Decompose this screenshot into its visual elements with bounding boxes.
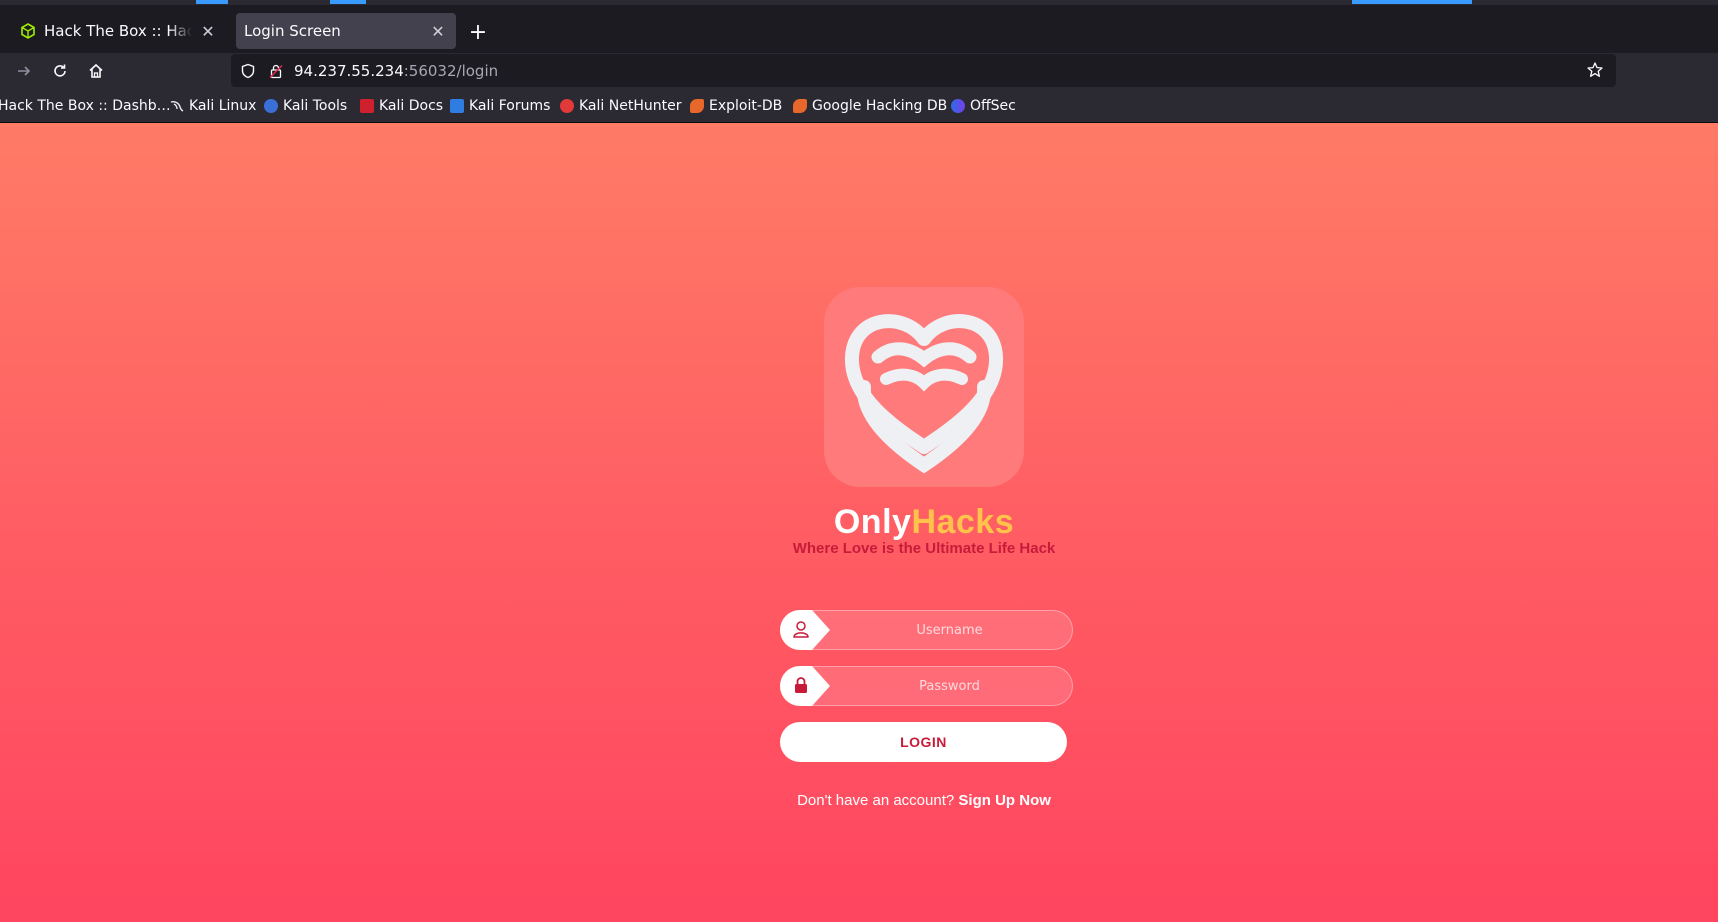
shield-icon[interactable] (240, 63, 256, 79)
bookmark-kali-forums[interactable]: Kali Forums (450, 96, 550, 116)
bookmark-label: Hack The Box :: Dashb… (0, 98, 171, 114)
sign-up-link[interactable]: Sign Up Now (958, 792, 1051, 809)
navigation-bar: 94.237.55.234:56032/login (0, 53, 1718, 88)
signup-prompt-line: Don't have an account? Sign Up Now (700, 792, 1148, 809)
bookmark-label: Kali Linux (189, 98, 257, 114)
bookmark-label: OffSec (970, 98, 1016, 114)
bookmark-kali-linux[interactable]: Kali Linux (170, 96, 256, 116)
lock-icon (780, 666, 830, 706)
brand-hacks: Hacks (911, 503, 1015, 541)
new-tab-plus-icon[interactable]: + (466, 20, 490, 45)
bookmark-label: Kali Forums (469, 98, 551, 114)
kali-dragon-icon (170, 99, 184, 113)
tab-title: Hack The Box :: Hack The Box (44, 22, 192, 40)
bookmark-kali-docs[interactable]: Kali Docs (360, 96, 443, 116)
tab-login-screen[interactable]: Login Screen ✕ (236, 13, 456, 49)
ghdb-icon (793, 99, 807, 113)
url-text[interactable]: 94.237.55.234:56032/login (294, 61, 498, 80)
top-strip-indicator (330, 0, 366, 4)
bookmark-hack-the-box[interactable]: Hack The Box :: Dashb… (0, 96, 171, 116)
bookmark-label: Kali Tools (283, 98, 348, 114)
address-bar[interactable]: 94.237.55.234:56032/login (231, 54, 1616, 87)
tab-title: Login Screen (244, 22, 341, 40)
brand-title: OnlyHacks (700, 500, 1148, 544)
bookmark-kali-nethunter[interactable]: Kali NetHunter (560, 96, 681, 116)
username-input[interactable] (827, 611, 1072, 649)
login-button[interactable]: LOGIN (780, 722, 1067, 762)
username-field[interactable] (780, 610, 1073, 650)
tagline: Where Love is the Ultimate Life Hack (792, 540, 1056, 557)
tab-hack-the-box[interactable]: Hack The Box :: Hack The Box ✕ (12, 13, 226, 49)
password-input[interactable] (827, 667, 1072, 705)
kali-docs-icon (360, 99, 374, 113)
user-icon (780, 610, 830, 650)
insecure-lock-icon[interactable] (268, 63, 284, 79)
bookmark-star-icon[interactable] (1586, 61, 1604, 79)
bookmark-label: Kali NetHunter (579, 98, 682, 114)
bookmark-label: Exploit-DB (709, 98, 783, 114)
top-strip-indicator (1352, 0, 1472, 4)
bookmark-kali-tools[interactable]: Kali Tools (264, 96, 347, 116)
nethunter-icon (560, 99, 574, 113)
kali-forums-icon (450, 99, 464, 113)
signup-prompt: Don't have an account? (797, 792, 955, 809)
browser-chrome: Hack The Box :: Hack The Box ✕ Login Scr… (0, 0, 1718, 123)
double-heart-logo-icon (845, 314, 1003, 474)
brand-only: Only (833, 503, 912, 541)
bookmark-label: Kali Docs (379, 98, 444, 114)
url-path: :56032/login (403, 62, 499, 80)
top-strip-indicator (196, 0, 228, 4)
bookmark-label: Google Hacking DB (812, 98, 948, 114)
kali-tools-icon (264, 99, 278, 113)
offsec-icon (951, 99, 965, 113)
onlyhacks-logo (824, 287, 1024, 487)
bookmarks-toolbar: Hack The Box :: Dashb… Kali Linux Kali T… (0, 88, 1718, 123)
reload-icon[interactable] (48, 59, 72, 83)
bookmark-exploit-db[interactable]: Exploit-DB (690, 96, 782, 116)
close-tab-icon[interactable]: ✕ (428, 21, 448, 41)
bookmark-google-hacking-db[interactable]: Google Hacking DB (793, 96, 947, 116)
exploit-db-icon (690, 99, 704, 113)
close-tab-icon[interactable]: ✕ (198, 21, 218, 41)
password-field[interactable] (780, 666, 1073, 706)
url-host: 94.237.55.234 (294, 62, 404, 80)
forward-arrow-icon[interactable] (12, 59, 36, 83)
tab-bar: Hack The Box :: Hack The Box ✕ Login Scr… (0, 5, 1718, 53)
bookmark-offsec[interactable]: OffSec (951, 96, 1016, 116)
home-icon[interactable] (84, 59, 108, 83)
htb-cube-icon (21, 23, 35, 39)
